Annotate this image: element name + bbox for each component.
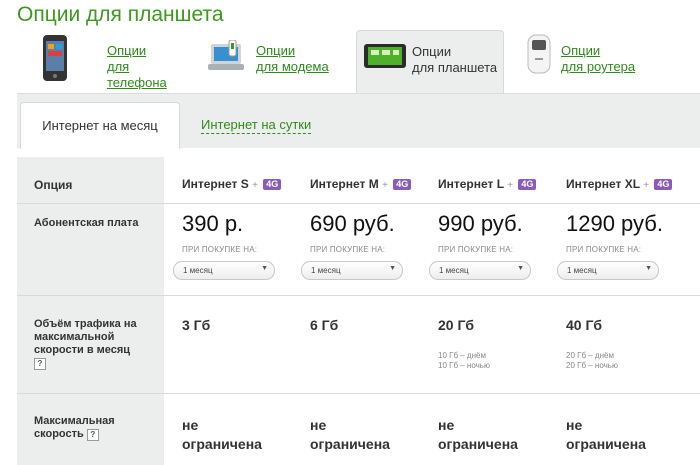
chevron-down-icon: ▼ bbox=[645, 265, 652, 272]
page-title: Опции для планшета bbox=[17, 3, 224, 26]
purchase-note: ПРИ ПОКУПКЕ НА: bbox=[566, 245, 642, 254]
price-m: 690 руб. bbox=[310, 211, 395, 236]
period-select-s[interactable]: 1 месяц ▼ bbox=[173, 261, 275, 280]
row-label-fee: Абонентская плата bbox=[17, 204, 164, 295]
traffic-s: 3 Гб bbox=[182, 317, 211, 333]
purchase-note: ПРИ ПОКУПКЕ НА: bbox=[438, 245, 514, 254]
speed-s: не ограничена bbox=[182, 417, 262, 452]
period-select-m[interactable]: 1 месяц ▼ bbox=[301, 261, 403, 280]
tablet-icon bbox=[363, 43, 407, 74]
chevron-down-icon: ▼ bbox=[517, 265, 524, 272]
modem-icon bbox=[207, 39, 245, 81]
4g-badge: 4G bbox=[518, 179, 537, 190]
speed-xl: не ограничена bbox=[566, 417, 646, 452]
speed-l: не ограничена bbox=[438, 417, 518, 452]
purchase-note: ПРИ ПОКУПКЕ НА: bbox=[310, 245, 386, 254]
traffic-l: 20 Гб bbox=[438, 317, 475, 333]
traffic-xl: 40 Гб bbox=[566, 317, 603, 333]
device-tab-tablet-label: Опции для планшета bbox=[412, 44, 498, 75]
device-tab-phone[interactable]: Опции для телефона bbox=[34, 30, 184, 93]
device-tab-modem-label[interactable]: Опции для модема bbox=[256, 43, 329, 75]
4g-badge: 4G bbox=[654, 179, 673, 190]
row-label-traffic: Объём трафика на максимальной скорости в… bbox=[17, 296, 164, 393]
phone-icon bbox=[42, 34, 68, 87]
router-icon bbox=[527, 34, 551, 79]
device-tab-modem[interactable]: Опции для модема bbox=[200, 30, 350, 93]
period-select-l[interactable]: 1 месяц ▼ bbox=[429, 261, 531, 280]
price-l: 990 руб. bbox=[438, 211, 523, 236]
tab-day[interactable]: Интернет на сутки bbox=[201, 117, 312, 134]
period-select-xl[interactable]: 1 месяц ▼ bbox=[557, 261, 659, 280]
traffic-note-l: 10 Гб – днём 10 Гб – ночью bbox=[438, 351, 490, 370]
4g-badge: 4G bbox=[393, 179, 412, 190]
chevron-down-icon: ▼ bbox=[261, 265, 268, 272]
device-tab-router[interactable]: Опции для роутера bbox=[522, 30, 682, 93]
help-icon[interactable]: ? bbox=[34, 358, 46, 370]
traffic-note-xl: 20 Гб – днём 20 Гб – ночью bbox=[566, 351, 618, 370]
device-tab-phone-label[interactable]: Опции для телефона bbox=[107, 43, 184, 91]
tab-month[interactable]: Интернет на месяц bbox=[20, 102, 180, 149]
help-icon[interactable]: ? bbox=[86, 429, 99, 441]
4g-badge: 4G bbox=[263, 179, 282, 190]
column-header-option: Опция bbox=[17, 157, 164, 203]
purchase-note: ПРИ ПОКУПКЕ НА: bbox=[182, 245, 258, 254]
device-tabs: Опции для телефона Опции для модема Опции д… bbox=[17, 30, 700, 94]
speed-m: не ограничена bbox=[310, 417, 390, 452]
price-s: 390 р. bbox=[182, 211, 244, 236]
device-tab-tablet[interactable]: Опции для планшета bbox=[356, 30, 504, 94]
traffic-m: 6 Гб bbox=[310, 317, 339, 333]
chevron-down-icon: ▼ bbox=[389, 265, 396, 272]
device-tab-router-label[interactable]: Опции для роутера bbox=[561, 43, 635, 75]
row-label-speed: Максимальная скорость ? bbox=[17, 394, 164, 465]
price-xl: 1290 руб. bbox=[566, 211, 664, 236]
